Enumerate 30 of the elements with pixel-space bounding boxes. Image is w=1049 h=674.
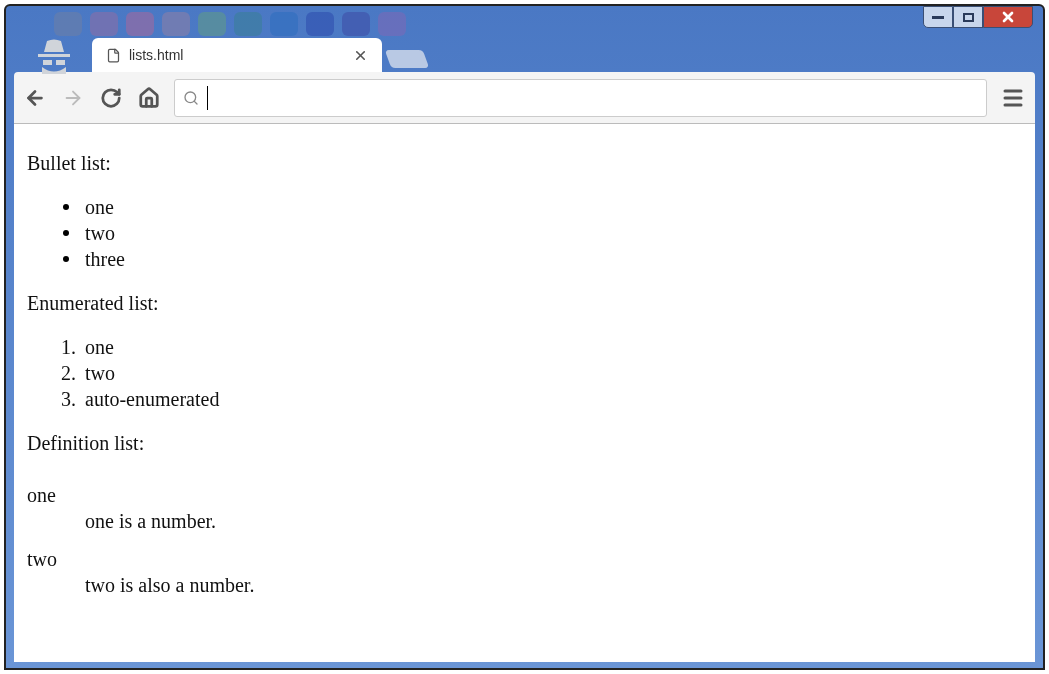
list-item: auto-enumerated bbox=[85, 387, 220, 412]
bullet-icon bbox=[63, 204, 69, 210]
maximize-button[interactable] bbox=[953, 6, 983, 28]
reload-icon[interactable] bbox=[100, 86, 122, 109]
list-number: 3. bbox=[61, 387, 77, 412]
definition-text: one is a number. bbox=[84, 509, 218, 534]
bullet-icon bbox=[63, 230, 69, 236]
minimize-button[interactable] bbox=[923, 6, 953, 28]
section-heading: Bullet list: bbox=[27, 151, 112, 176]
definition-term: one bbox=[27, 483, 57, 508]
new-tab-button[interactable] bbox=[384, 50, 430, 68]
list-number: 2. bbox=[61, 361, 77, 386]
bullet-icon bbox=[63, 256, 69, 262]
document-icon bbox=[106, 47, 121, 63]
browser-tab[interactable]: lists.html bbox=[92, 38, 382, 72]
section-heading: Definition list: bbox=[27, 431, 146, 456]
list-item: three bbox=[85, 247, 125, 272]
definition-term: two bbox=[27, 547, 58, 572]
list-item: one bbox=[85, 335, 114, 360]
home-icon[interactable] bbox=[138, 86, 160, 109]
list-item: two bbox=[85, 361, 115, 386]
search-icon bbox=[183, 89, 199, 106]
tab-title: lists.html bbox=[129, 45, 184, 65]
list-item: two bbox=[85, 221, 115, 246]
definition-text: two is also a number. bbox=[84, 573, 256, 598]
close-icon bbox=[1000, 9, 1016, 25]
list-number: 1. bbox=[61, 335, 77, 360]
list-item: one bbox=[85, 195, 114, 220]
section-heading: Enumerated list: bbox=[27, 291, 160, 316]
close-window-button[interactable] bbox=[983, 6, 1033, 28]
